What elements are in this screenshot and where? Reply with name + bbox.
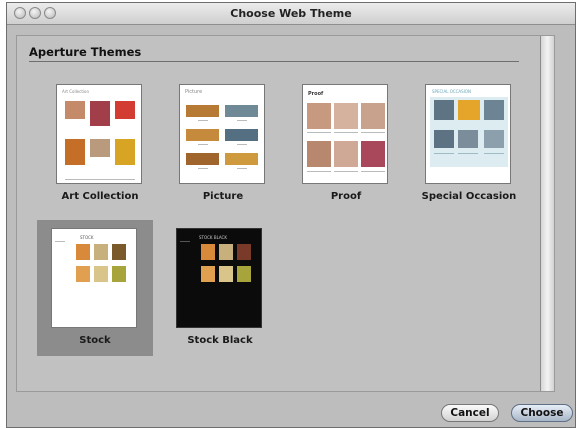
theme-picture[interactable]: Picture Picture xyxy=(165,76,281,212)
theme-label: Stock xyxy=(79,335,111,346)
choose-button[interactable]: Choose xyxy=(511,404,573,422)
theme-label: Picture xyxy=(202,191,244,202)
theme-label: Proof xyxy=(330,191,362,202)
choose-web-theme-window: Choose Web Theme Aperture Themes Art Col… xyxy=(6,2,576,428)
preview-title: Proof xyxy=(308,91,324,97)
theme-label: Special Occasion xyxy=(421,191,517,202)
preview-title: STOCK BLACK xyxy=(199,235,227,240)
theme-label: Stock Black xyxy=(187,335,253,346)
theme-stock-black[interactable]: STOCK BLACK Stock Black xyxy=(162,220,278,356)
theme-preview-proof: Proof xyxy=(302,84,388,184)
theme-browser: Aperture Themes Art Collection Art Colle… xyxy=(16,35,555,392)
section-heading: Aperture Themes xyxy=(29,45,142,59)
preview-title: Art Collection xyxy=(62,89,90,94)
theme-art-collection[interactable]: Art Collection Art Collection xyxy=(42,76,158,212)
cancel-button[interactable]: Cancel xyxy=(441,404,499,422)
preview-title: STOCK xyxy=(80,235,94,240)
preview-title: Picture xyxy=(185,89,203,95)
theme-preview-picture: Picture xyxy=(179,84,265,184)
theme-preview-stock: STOCK xyxy=(51,228,137,328)
section-divider xyxy=(29,61,519,62)
window-title: Choose Web Theme xyxy=(230,7,352,20)
theme-preview-special-occasion: SPECIAL OCCASION xyxy=(425,84,511,184)
theme-special-occasion[interactable]: SPECIAL OCCASION Special Occasion xyxy=(411,76,527,212)
preview-title: SPECIAL OCCASION xyxy=(432,89,472,94)
theme-label: Art Collection xyxy=(61,191,139,202)
theme-preview-stock-black: STOCK BLACK xyxy=(176,228,262,328)
theme-proof[interactable]: Proof Proof xyxy=(288,76,404,212)
theme-preview-art-collection: Art Collection xyxy=(56,84,142,184)
theme-stock[interactable]: STOCK Stock xyxy=(37,220,153,356)
title-bar: Choose Web Theme xyxy=(7,3,575,25)
vertical-scrollbar[interactable] xyxy=(540,36,554,391)
